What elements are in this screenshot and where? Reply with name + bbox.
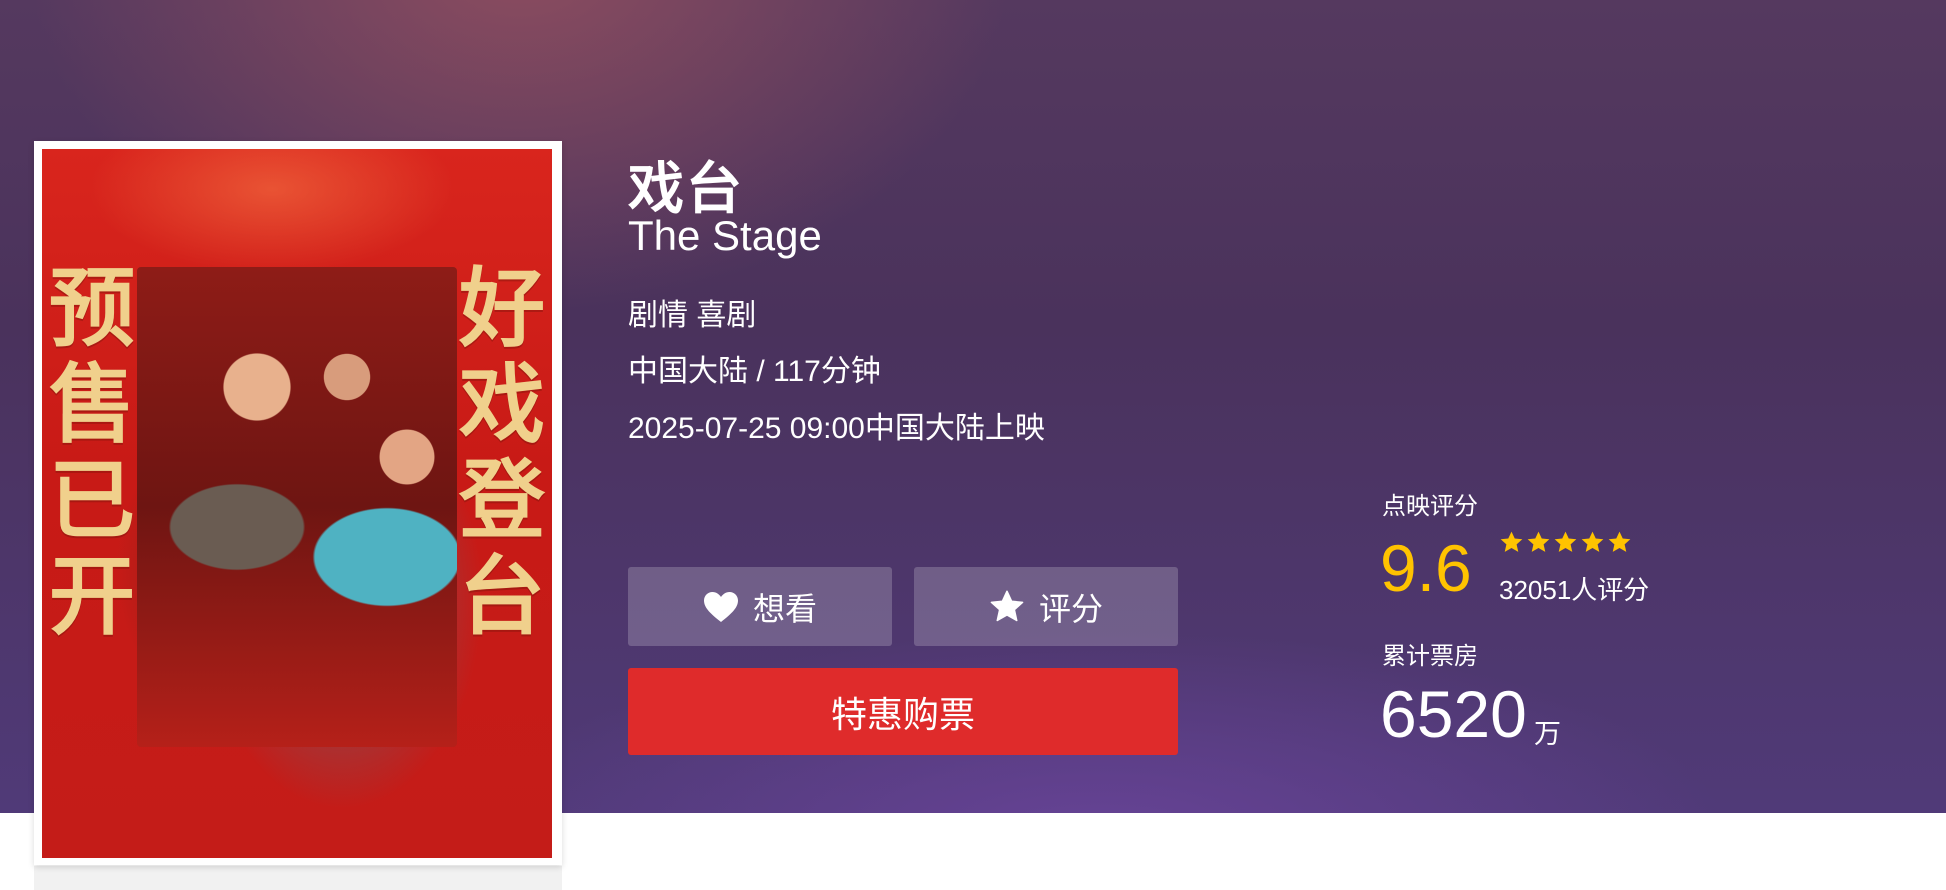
poster-tagline-text: 好戏登台 — [459, 258, 545, 647]
box-office-value: 6520 — [1380, 677, 1527, 751]
box-office-unit: 万 — [1534, 719, 1561, 749]
movie-genres: 剧情 喜剧 — [628, 299, 757, 332]
score-value: 9.6 — [1380, 531, 1472, 605]
score-label: 点映评分 — [1382, 493, 1478, 520]
movie-english-title: The Stage — [628, 212, 822, 259]
movie-poster[interactable]: 预售已开 好戏登台 — [42, 149, 552, 858]
rate-button[interactable]: 评分 — [914, 567, 1178, 646]
star-rating — [1499, 530, 1632, 555]
poster-artwork — [137, 267, 457, 747]
want-to-watch-label: 想看 — [752, 590, 817, 627]
movie-region-duration: 中国大陆 / 117分钟 — [628, 355, 881, 388]
box-office-label: 累计票房 — [1382, 643, 1478, 670]
rate-label: 评分 — [1038, 590, 1103, 627]
heart-icon — [703, 591, 739, 623]
movie-release-date: 2025-07-25 09:00中国大陆上映 — [628, 412, 1045, 445]
star-icon — [1500, 531, 1523, 552]
star-icon — [1608, 531, 1631, 552]
poster-presale-text: 预售已开 — [49, 258, 135, 647]
star-icon — [1581, 531, 1604, 552]
poster-frame[interactable]: 预售已开 好戏登台 — [34, 141, 562, 865]
buy-ticket-button[interactable]: 特惠购票 — [628, 668, 1178, 755]
star-icon — [989, 589, 1025, 625]
want-to-watch-button[interactable]: 想看 — [628, 567, 892, 646]
star-icon — [1554, 531, 1577, 552]
star-icon — [1527, 531, 1550, 552]
rating-count: 32051人评分 — [1499, 575, 1650, 605]
poster-shadow — [34, 866, 562, 890]
